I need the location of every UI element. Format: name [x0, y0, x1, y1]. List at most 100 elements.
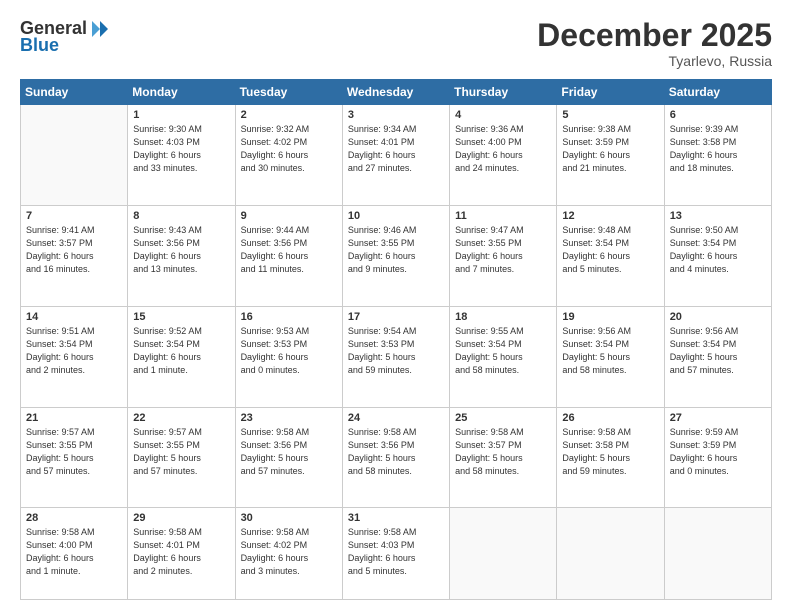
- page: General Blue December 2025 Tyarlevo, Rus…: [0, 0, 792, 612]
- day-number: 8: [133, 210, 229, 222]
- day-number: 7: [26, 210, 122, 222]
- day-info: Sunrise: 9:48 AM Sunset: 3:54 PM Dayligh…: [562, 224, 658, 276]
- table-row: 6 Sunrise: 9:39 AM Sunset: 3:58 PM Daylig…: [664, 105, 771, 206]
- day-number: 3: [348, 109, 444, 121]
- day-number: 6: [670, 109, 766, 121]
- day-number: 13: [670, 210, 766, 222]
- table-row: 30 Sunrise: 9:58 AM Sunset: 4:02 PM Dayli…: [235, 508, 342, 600]
- table-row: 4 Sunrise: 9:36 AM Sunset: 4:00 PM Daylig…: [450, 105, 557, 206]
- header-thursday: Thursday: [450, 80, 557, 105]
- table-row: 5 Sunrise: 9:38 AM Sunset: 3:59 PM Daylig…: [557, 105, 664, 206]
- day-info: Sunrise: 9:36 AM Sunset: 4:00 PM Dayligh…: [455, 123, 551, 175]
- day-info: Sunrise: 9:41 AM Sunset: 3:57 PM Dayligh…: [26, 224, 122, 276]
- day-info: Sunrise: 9:56 AM Sunset: 3:54 PM Dayligh…: [670, 325, 766, 377]
- day-number: 5: [562, 109, 658, 121]
- day-number: 26: [562, 412, 658, 424]
- header: General Blue December 2025 Tyarlevo, Rus…: [20, 18, 772, 69]
- day-number: 18: [455, 311, 551, 323]
- day-info: Sunrise: 9:34 AM Sunset: 4:01 PM Dayligh…: [348, 123, 444, 175]
- day-info: Sunrise: 9:58 AM Sunset: 3:56 PM Dayligh…: [348, 426, 444, 478]
- day-info: Sunrise: 9:55 AM Sunset: 3:54 PM Dayligh…: [455, 325, 551, 377]
- month-title: December 2025: [537, 18, 772, 53]
- day-info: Sunrise: 9:51 AM Sunset: 3:54 PM Dayligh…: [26, 325, 122, 377]
- header-monday: Monday: [128, 80, 235, 105]
- table-row: [557, 508, 664, 600]
- table-row: 31 Sunrise: 9:58 AM Sunset: 4:03 PM Dayli…: [342, 508, 449, 600]
- day-number: 29: [133, 512, 229, 524]
- table-row: 29 Sunrise: 9:58 AM Sunset: 4:01 PM Dayli…: [128, 508, 235, 600]
- day-number: 21: [26, 412, 122, 424]
- day-number: 30: [241, 512, 337, 524]
- table-row: 23 Sunrise: 9:58 AM Sunset: 3:56 PM Dayli…: [235, 407, 342, 508]
- day-number: 23: [241, 412, 337, 424]
- day-info: Sunrise: 9:59 AM Sunset: 3:59 PM Dayligh…: [670, 426, 766, 478]
- day-number: 20: [670, 311, 766, 323]
- table-row: 1Sunrise: 9:30 AM Sunset: 4:03 PM Daylig…: [128, 105, 235, 206]
- table-row: 19Sunrise: 9:56 AM Sunset: 3:54 PM Dayli…: [557, 306, 664, 407]
- table-row: 11 Sunrise: 9:47 AM Sunset: 3:55 PM Dayli…: [450, 205, 557, 306]
- day-info: Sunrise: 9:58 AM Sunset: 3:58 PM Dayligh…: [562, 426, 658, 478]
- day-number: 31: [348, 512, 444, 524]
- table-row: 13 Sunrise: 9:50 AM Sunset: 3:54 PM Dayli…: [664, 205, 771, 306]
- day-info: Sunrise: 9:58 AM Sunset: 4:03 PM Dayligh…: [348, 526, 444, 578]
- location: Tyarlevo, Russia: [537, 53, 772, 69]
- day-info: Sunrise: 9:32 AM Sunset: 4:02 PM Dayligh…: [241, 123, 337, 175]
- day-info: Sunrise: 9:54 AM Sunset: 3:53 PM Dayligh…: [348, 325, 444, 377]
- day-number: 12: [562, 210, 658, 222]
- day-number: 17: [348, 311, 444, 323]
- day-info: Sunrise: 9:58 AM Sunset: 4:01 PM Dayligh…: [133, 526, 229, 578]
- header-friday: Friday: [557, 80, 664, 105]
- day-number: 14: [26, 311, 122, 323]
- weekday-header-row: Sunday Monday Tuesday Wednesday Thursday…: [21, 80, 772, 105]
- day-number: 11: [455, 210, 551, 222]
- logo-icon: [90, 19, 110, 39]
- day-number: 22: [133, 412, 229, 424]
- table-row: 21 Sunrise: 9:57 AM Sunset: 3:55 PM Dayli…: [21, 407, 128, 508]
- day-info: Sunrise: 9:39 AM Sunset: 3:58 PM Dayligh…: [670, 123, 766, 175]
- table-row: 17 Sunrise: 9:54 AM Sunset: 3:53 PM Dayli…: [342, 306, 449, 407]
- day-number: 19: [562, 311, 658, 323]
- day-number: 4: [455, 109, 551, 121]
- table-row: [450, 508, 557, 600]
- day-info: Sunrise: 9:58 AM Sunset: 3:57 PM Dayligh…: [455, 426, 551, 478]
- day-number: 24: [348, 412, 444, 424]
- day-info: Sunrise: 9:38 AM Sunset: 3:59 PM Dayligh…: [562, 123, 658, 175]
- table-row: 24 Sunrise: 9:58 AM Sunset: 3:56 PM Dayli…: [342, 407, 449, 508]
- table-row: 18 Sunrise: 9:55 AM Sunset: 3:54 PM Dayli…: [450, 306, 557, 407]
- table-row: [664, 508, 771, 600]
- day-number: 16: [241, 311, 337, 323]
- day-info: Sunrise: 9:47 AM Sunset: 3:55 PM Dayligh…: [455, 224, 551, 276]
- day-info: Sunrise: 9:30 AM Sunset: 4:03 PM Dayligh…: [133, 123, 229, 175]
- logo: General Blue: [20, 18, 111, 56]
- day-info: Sunrise: 9:57 AM Sunset: 3:55 PM Dayligh…: [26, 426, 122, 478]
- day-info: Sunrise: 9:44 AM Sunset: 3:56 PM Dayligh…: [241, 224, 337, 276]
- day-info: Sunrise: 9:58 AM Sunset: 3:56 PM Dayligh…: [241, 426, 337, 478]
- table-row: 26 Sunrise: 9:58 AM Sunset: 3:58 PM Dayli…: [557, 407, 664, 508]
- day-number: 28: [26, 512, 122, 524]
- header-tuesday: Tuesday: [235, 80, 342, 105]
- day-number: 27: [670, 412, 766, 424]
- table-row: 25Sunrise: 9:58 AM Sunset: 3:57 PM Dayli…: [450, 407, 557, 508]
- table-row: 7 Sunrise: 9:41 AM Sunset: 3:57 PM Daylig…: [21, 205, 128, 306]
- table-row: 2 Sunrise: 9:32 AM Sunset: 4:02 PM Daylig…: [235, 105, 342, 206]
- table-row: 16 Sunrise: 9:53 AM Sunset: 3:53 PM Dayli…: [235, 306, 342, 407]
- header-saturday: Saturday: [664, 80, 771, 105]
- day-number: 10: [348, 210, 444, 222]
- day-info: Sunrise: 9:50 AM Sunset: 3:54 PM Dayligh…: [670, 224, 766, 276]
- day-info: Sunrise: 9:58 AM Sunset: 4:02 PM Dayligh…: [241, 526, 337, 578]
- day-info: Sunrise: 9:53 AM Sunset: 3:53 PM Dayligh…: [241, 325, 337, 377]
- table-row: 9 Sunrise: 9:44 AM Sunset: 3:56 PM Daylig…: [235, 205, 342, 306]
- day-info: Sunrise: 9:46 AM Sunset: 3:55 PM Dayligh…: [348, 224, 444, 276]
- header-sunday: Sunday: [21, 80, 128, 105]
- table-row: 27 Sunrise: 9:59 AM Sunset: 3:59 PM Dayli…: [664, 407, 771, 508]
- day-number: 2: [241, 109, 337, 121]
- day-info: Sunrise: 9:43 AM Sunset: 3:56 PM Dayligh…: [133, 224, 229, 276]
- day-info: Sunrise: 9:52 AM Sunset: 3:54 PM Dayligh…: [133, 325, 229, 377]
- title-area: December 2025 Tyarlevo, Russia: [537, 18, 772, 69]
- day-info: Sunrise: 9:58 AM Sunset: 4:00 PM Dayligh…: [26, 526, 122, 578]
- logo-blue-text: Blue: [20, 35, 59, 56]
- table-row: [21, 105, 128, 206]
- table-row: 10 Sunrise: 9:46 AM Sunset: 3:55 PM Dayli…: [342, 205, 449, 306]
- day-number: 9: [241, 210, 337, 222]
- table-row: 22Sunrise: 9:57 AM Sunset: 3:55 PM Dayli…: [128, 407, 235, 508]
